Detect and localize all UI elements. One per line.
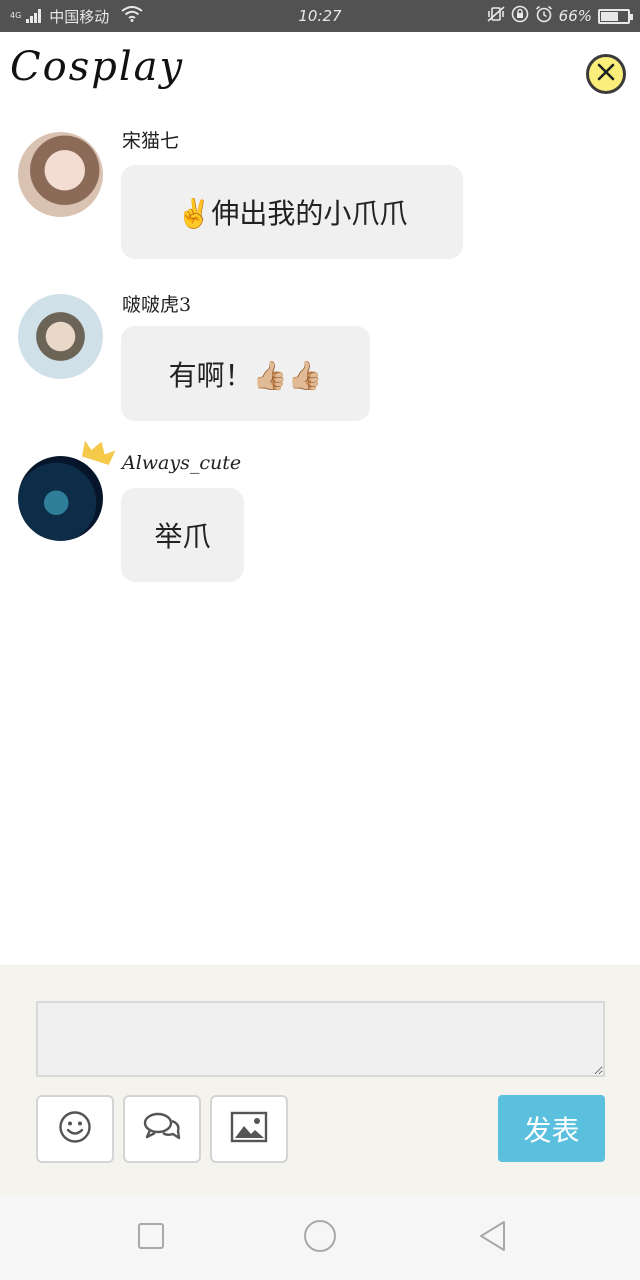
status-right: 66% [487,5,633,27]
back-button[interactable] [476,1221,510,1255]
status-left: 4G 中国移动 [10,6,143,27]
chat-icon [143,1111,181,1147]
emoji-button[interactable] [36,1095,114,1163]
username[interactable]: Always_cute [122,452,241,474]
navigation-bar [0,1195,640,1280]
image-button[interactable] [210,1095,288,1163]
network-type: 4G [10,11,22,20]
home-button[interactable] [303,1219,337,1257]
image-icon [230,1111,268,1147]
message-bubble[interactable]: 举爪 [121,488,244,582]
vibrate-icon [487,6,505,26]
close-icon [596,62,616,86]
battery-level [601,11,619,21]
carrier-name: 中国移动 [49,7,110,26]
message-text: ✌️伸出我的小爪爪 [176,197,408,230]
quote-reply-button[interactable] [123,1095,201,1163]
username[interactable]: 啵啵虎3 [122,290,191,317]
message-bubble[interactable]: 有啊！👍🏼👍🏼 [121,326,370,421]
smiley-icon [58,1110,92,1148]
header: Cosplay [0,32,640,122]
home-icon [303,1219,337,1257]
rotation-lock-icon [511,5,529,27]
close-button[interactable] [586,54,626,94]
message-input[interactable] [36,1001,605,1077]
message-text: 有啊！👍🏼👍🏼 [168,358,323,392]
message-text: 举爪 [154,520,211,553]
battery-icon [598,8,633,24]
recent-apps-icon [137,1222,165,1254]
avatar[interactable] [18,294,103,379]
battery-percent: 66% [558,7,592,25]
avatar[interactable] [18,132,103,217]
message-item: Always_cute 举爪 [0,440,640,596]
message-bubble[interactable]: ✌️伸出我的小爪爪 [121,165,463,259]
alarm-icon [535,5,553,27]
message-item: 啵啵虎3 有啊！👍🏼👍🏼 [0,284,640,434]
composer: 发表 [0,965,640,1195]
page-title: Cosplay [10,44,185,90]
back-icon [478,1220,508,1256]
signal-icon [26,9,42,23]
username[interactable]: 宋猫七 [122,126,179,153]
message-item: 宋猫七 ✌️伸出我的小爪爪 [0,122,640,272]
status-bar: 4G 中国移动 10:27 66% [0,0,640,32]
recent-apps-button[interactable] [134,1221,168,1255]
wifi-icon [121,6,143,26]
send-button[interactable]: 发表 [498,1095,605,1162]
